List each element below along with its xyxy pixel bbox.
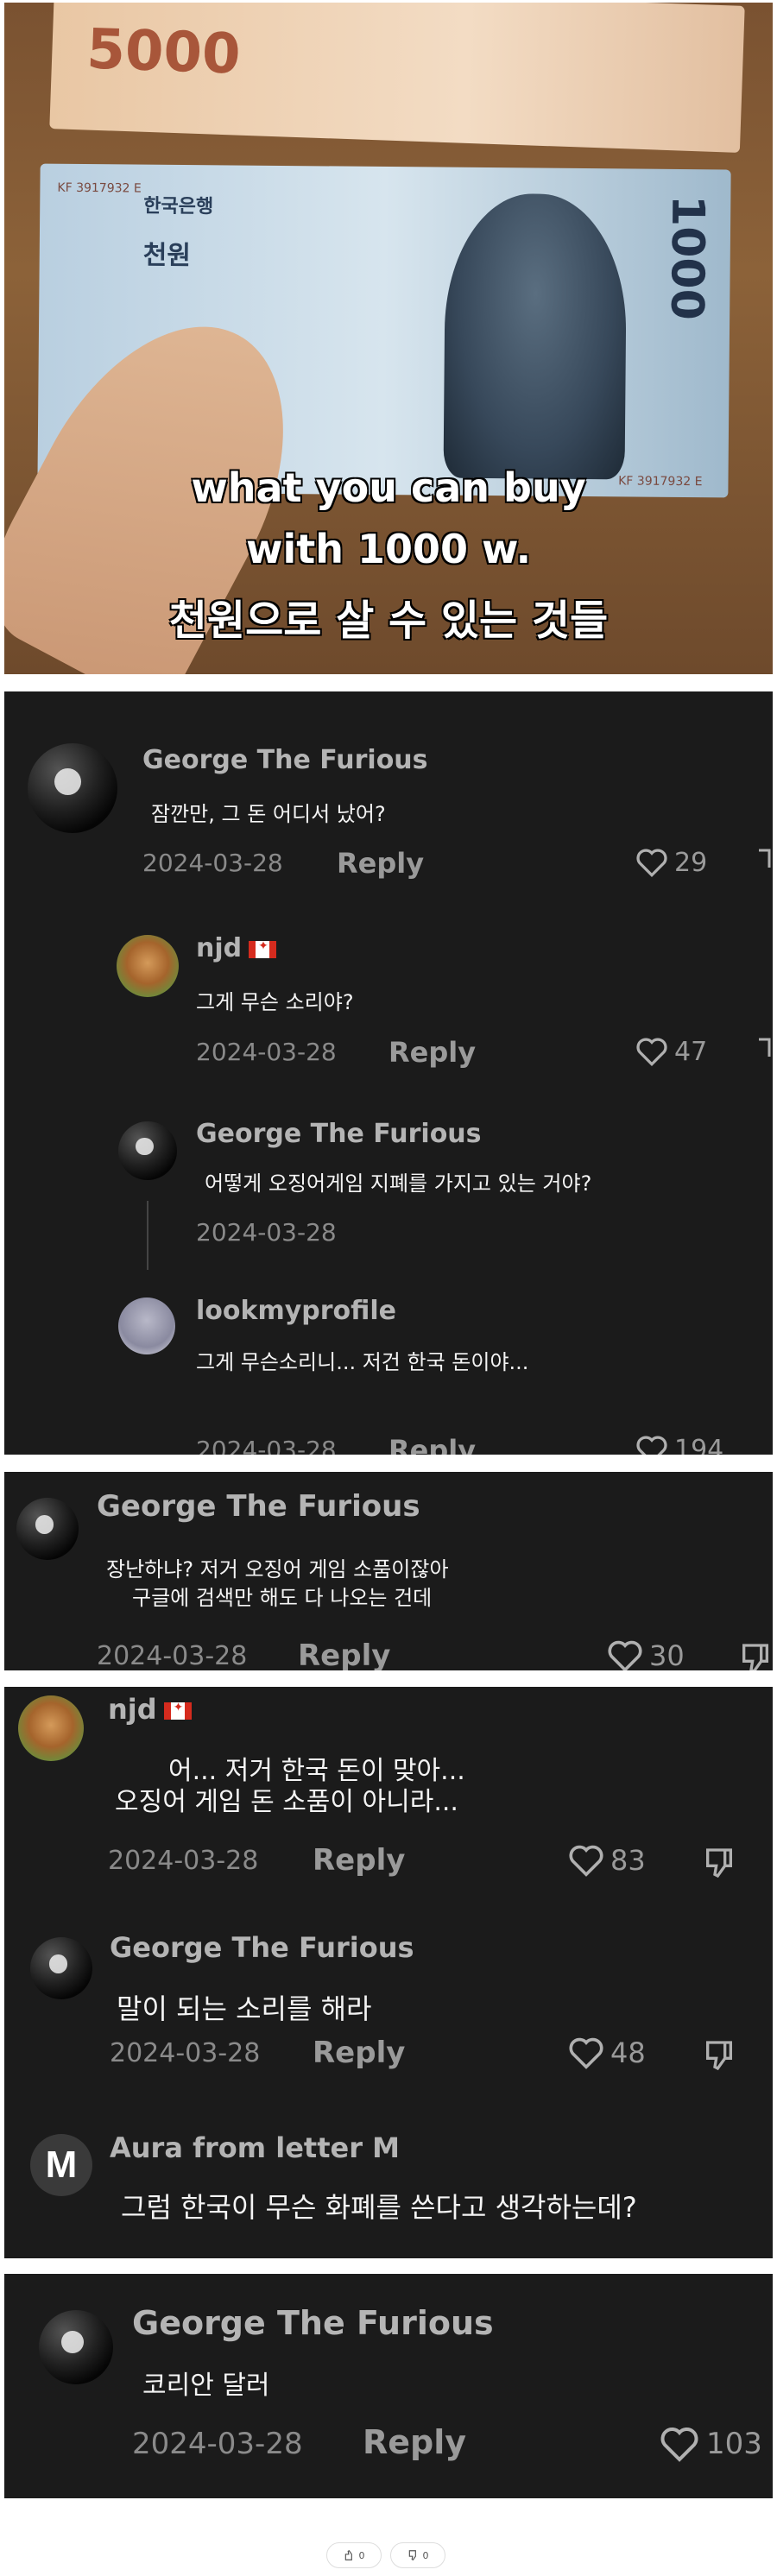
comment-text-line-2: 구글에 검색만 해도 다 나오는 건데: [132, 1586, 433, 1610]
canada-flag-icon: [163, 1701, 192, 1720]
comment-text: 그럼 한국이 무슨 화폐를 쓴다고 생각하는데?: [121, 2191, 637, 2224]
like-count: 29: [674, 847, 708, 878]
downvote-button[interactable]: 0: [390, 2542, 445, 2568]
caption-line-1: what you can buy: [191, 464, 586, 511]
comment-date: 2024-03-28: [196, 1038, 337, 1066]
comment-username[interactable]: George The Furious: [132, 2304, 494, 2342]
like-button[interactable]: 83: [567, 1843, 646, 1878]
comment-text: 그게 무슨소리니... 저건 한국 돈이야...: [196, 1350, 529, 1374]
comment-text: 어떻게 오징어게임 지폐를 가지고 있는 거야?: [205, 1171, 592, 1196]
like-count: 48: [610, 2036, 646, 2069]
thread-line: [147, 1201, 148, 1270]
heart-outline-icon: [636, 849, 667, 878]
comment-text: 잠깐만, 그 돈 어디서 났어?: [151, 802, 386, 826]
banknote-1000-value: 1000: [660, 194, 714, 321]
comment-date: 2024-03-28: [132, 2427, 303, 2461]
banknote-bank-label: 한국은행: [143, 195, 214, 218]
comment-date: 2024-03-28: [110, 2038, 261, 2068]
heart-outline-icon: [660, 2428, 698, 2462]
comment-username[interactable]: George The Furious: [196, 1119, 482, 1149]
banknote-portrait: [443, 193, 628, 480]
caption-line-2: with 1000 w.: [245, 526, 532, 572]
like-button[interactable]: 48: [567, 2036, 646, 2070]
like-button[interactable]: 29: [635, 847, 707, 878]
username-text: njd: [196, 933, 243, 963]
comment-username[interactable]: George The Furious: [110, 1931, 414, 1964]
canada-flag-icon: [249, 939, 277, 958]
heart-outline-icon: [636, 1436, 667, 1455]
reply-button[interactable]: Reply: [313, 1843, 405, 1878]
like-button[interactable]: 47: [635, 1036, 707, 1067]
banknote-serial: KF 3917932 E: [57, 180, 142, 196]
caption-line-3: 천원으로 살 수 있는 것들: [168, 597, 609, 645]
comment-date: 2024-03-28: [142, 849, 283, 877]
heart-outline-icon: [636, 1038, 667, 1067]
comment-username[interactable]: George The Furious: [142, 745, 428, 775]
comment-username[interactable]: George The Furious: [97, 1489, 420, 1524]
like-count: 47: [674, 1036, 708, 1067]
avatar[interactable]: [118, 1121, 177, 1180]
comment-username[interactable]: njd: [108, 1693, 192, 1726]
comment-text: 말이 되는 소리를 해라: [117, 1992, 372, 2025]
avatar[interactable]: [39, 2310, 113, 2384]
reply-button[interactable]: Reply: [337, 847, 424, 880]
comment-panel-2: George The Furious 장난하냐? 저거 오징어 게임 소품이잖아…: [4, 1472, 773, 1670]
heart-outline-icon: [569, 1845, 603, 1877]
comment-text-line-1: 장난하냐? 저거 오징어 게임 소품이잖아: [106, 1557, 449, 1582]
comment-text-line-2: 오징어 게임 돈 소품이 아니라...: [115, 1787, 458, 1817]
like-count: 30: [649, 1639, 685, 1670]
like-button[interactable]: 103: [658, 2425, 762, 2463]
thumbs-down-icon[interactable]: [702, 2038, 736, 2073]
comment-date: 2024-03-28: [108, 1846, 259, 1876]
comment-panel-3: njd 어... 저거 한국 돈이 맞아... 오징어 게임 돈 소품이 아니라…: [4, 1687, 773, 2258]
username-text: njd: [108, 1693, 157, 1726]
thumbs-down-icon: [408, 2550, 416, 2560]
like-button[interactable]: 194: [635, 1434, 723, 1455]
banknote-5000: 5000: [49, 3, 745, 153]
comment-text: 그게 무슨 소리야?: [196, 990, 354, 1014]
reply-button[interactable]: Reply: [313, 2036, 405, 2070]
banknote-5000-value: 5000: [85, 17, 242, 87]
comment-username[interactable]: lookmyprofile: [196, 1296, 396, 1326]
comment-panel-1: George The Furious 잠깐만, 그 돈 어디서 났어? 2024…: [4, 691, 773, 1455]
thumbs-down-icon[interactable]: [702, 1846, 736, 1880]
comment-date: 2024-03-28: [196, 1218, 337, 1247]
avatar[interactable]: [117, 935, 179, 997]
comment-text: 코리안 달러: [142, 2371, 270, 2401]
like-button[interactable]: 30: [606, 1638, 685, 1670]
avatar[interactable]: [18, 1695, 84, 1761]
comment-panel-4: George The Furious 코리안 달러 2024-03-28 Rep…: [4, 2274, 773, 2498]
thumbs-down-icon[interactable]: [738, 1641, 773, 1670]
comment-date: 2024-03-28: [97, 1641, 248, 1670]
avatar[interactable]: [16, 1498, 79, 1560]
reply-button[interactable]: Reply: [388, 1036, 476, 1069]
thumbs-down-icon[interactable]: [757, 849, 773, 878]
avatar[interactable]: [28, 743, 117, 833]
thumbs-up-icon: [344, 2550, 352, 2560]
like-count: 103: [706, 2427, 762, 2461]
reply-button[interactable]: Reply: [363, 2423, 466, 2461]
reply-button[interactable]: Reply: [298, 1638, 390, 1670]
like-count: 83: [610, 1844, 646, 1877]
comment-username[interactable]: njd: [196, 933, 277, 963]
heart-outline-icon: [608, 1640, 642, 1670]
thumbs-down-icon[interactable]: [757, 1038, 773, 1067]
vote-bar: 0 0: [0, 2542, 777, 2568]
avatar[interactable]: [30, 1937, 92, 1999]
banknote-denomination-label: 천원: [142, 240, 192, 272]
upvote-button[interactable]: 0: [326, 2542, 382, 2568]
avatar[interactable]: [118, 1297, 175, 1354]
heart-outline-icon: [569, 2037, 603, 2069]
reply-button[interactable]: Reply: [388, 1434, 476, 1455]
downvote-count: 0: [422, 2549, 429, 2561]
comment-date: 2024-03-28: [196, 1436, 337, 1455]
upvote-count: 0: [358, 2549, 365, 2561]
avatar[interactable]: M: [30, 2134, 92, 2196]
hero-image: 5000 KF 3917932 E 한국은행 천원 1000 KF 391793…: [4, 3, 773, 674]
comment-username[interactable]: Aura from letter M: [110, 2131, 400, 2164]
like-count: 194: [674, 1434, 724, 1455]
